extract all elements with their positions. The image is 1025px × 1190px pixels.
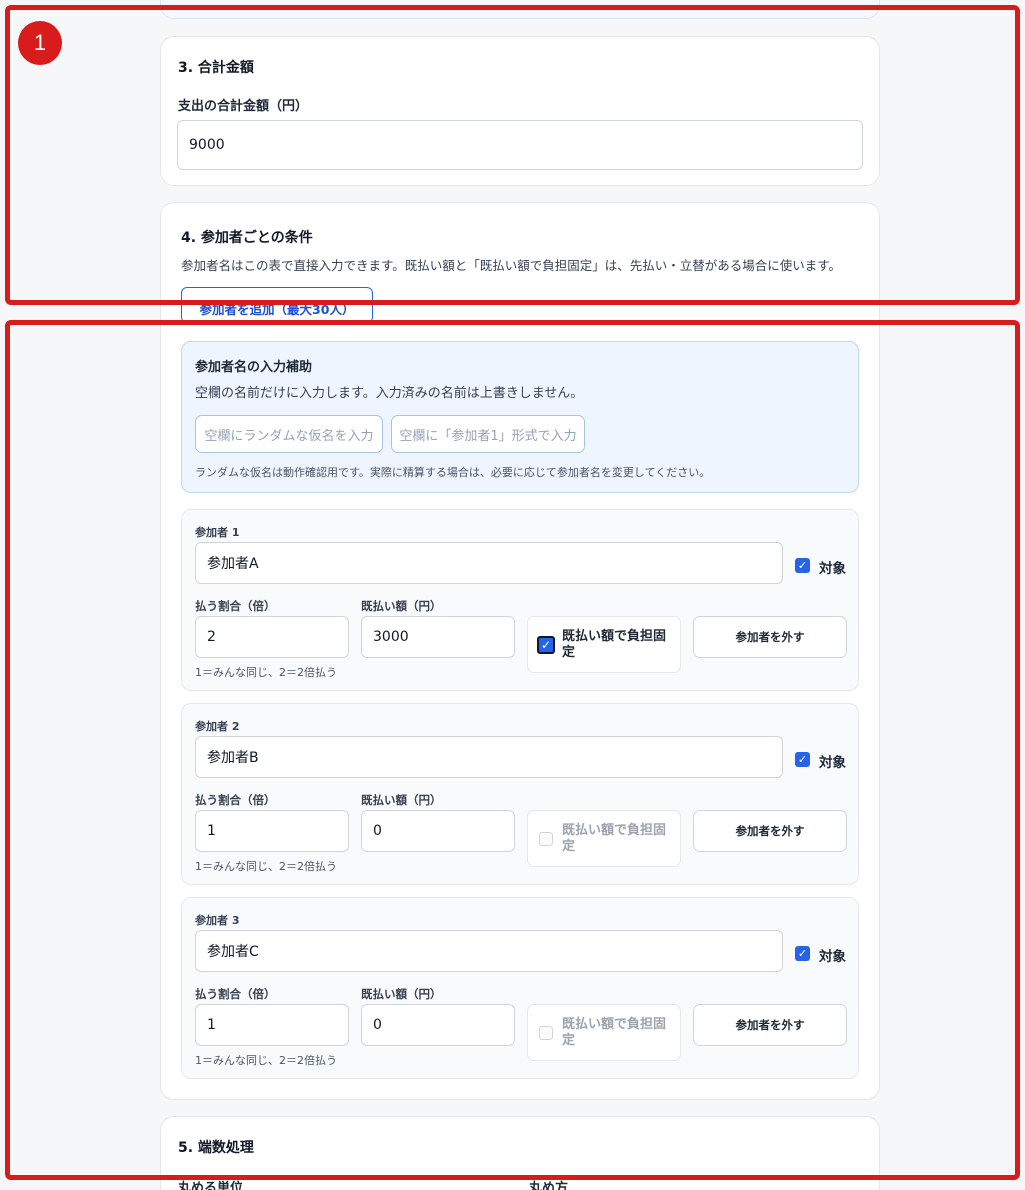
annotation-badge: 1 bbox=[18, 21, 62, 65]
annotation-box bbox=[5, 5, 1020, 305]
annotation-box bbox=[5, 320, 1020, 1180]
